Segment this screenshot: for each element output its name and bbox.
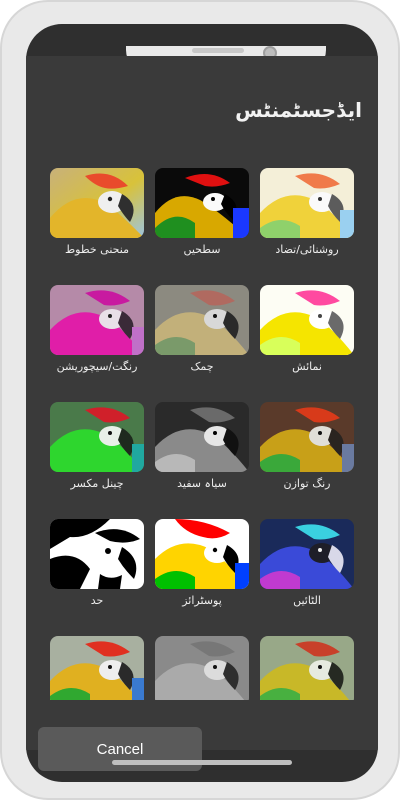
adjustments-panel: ایڈجسٹمنٹس منحنی خطوط سطحیں روشنائی/تضاد… (26, 56, 378, 771)
effect-tile-15[interactable] (260, 636, 354, 700)
parrot-thumbnail (50, 636, 144, 700)
effect-tile-black-white[interactable]: سیاہ سفید (155, 402, 249, 490)
device-frame: ایڈجسٹمنٹس منحنی خطوط سطحیں روشنائی/تضاد… (0, 0, 400, 800)
effect-tile-shine[interactable]: چمک (155, 285, 249, 373)
effect-label: پوسٹرائز (182, 594, 222, 607)
effect-tile-invert[interactable]: الٹائیں (260, 519, 354, 607)
parrot-brightness-thumbnail (260, 168, 354, 238)
effect-tile-channel-mixer[interactable]: چینل مکسر (50, 402, 144, 490)
effect-tile-13[interactable] (50, 636, 144, 700)
effects-grid[interactable]: منحنی خطوط سطحیں روشنائی/تضاد رنگت/سیچور… (26, 168, 378, 700)
effect-tile-brightness-contrast[interactable]: روشنائی/تضاد (260, 168, 354, 256)
page-title: ایڈجسٹمنٹس (235, 98, 362, 122)
effect-label: الٹائیں (293, 594, 321, 607)
effect-label: نمائش (292, 360, 322, 373)
effect-label: حد (90, 594, 104, 607)
effect-label: رنگ توازن (283, 477, 331, 490)
parrot-hue-thumbnail (50, 285, 144, 355)
parrot-bw-thumbnail (155, 402, 249, 472)
parrot-exposure-thumbnail (260, 285, 354, 355)
effect-label: سیاہ سفید (177, 477, 227, 490)
effect-label: سطحیں (183, 243, 221, 256)
effect-label: چینل مکسر (70, 477, 124, 490)
effect-label: رنگت/سیچوریشن (56, 360, 138, 373)
parrot-curves-thumbnail (50, 168, 144, 238)
parrot-grayscale-thumbnail (155, 636, 249, 700)
parrot-invert-thumbnail (260, 519, 354, 589)
app-screen: ایڈجسٹمنٹس منحنی خطوط سطحیں روشنائی/تضاد… (26, 24, 378, 782)
home-indicator[interactable] (112, 760, 292, 765)
speaker (192, 48, 244, 53)
parrot-shine-thumbnail (155, 285, 249, 355)
parrot-levels-thumbnail (155, 168, 249, 238)
parrot-channel-thumbnail (50, 402, 144, 472)
effect-label: چمک (190, 360, 214, 373)
parrot-posterize-thumbnail (155, 519, 249, 589)
effect-tile-levels[interactable]: سطحیں (155, 168, 249, 256)
effect-tile-hue-saturation[interactable]: رنگت/سیچوریشن (50, 285, 144, 373)
effect-label: منحنی خطوط (65, 243, 129, 256)
effect-tile-color-balance[interactable]: رنگ توازن (260, 402, 354, 490)
effect-tile-14[interactable] (155, 636, 249, 700)
effect-label: روشنائی/تضاد (275, 243, 339, 256)
effect-tile-exposure[interactable]: نمائش (260, 285, 354, 373)
parrot-threshold-thumbnail (50, 519, 144, 589)
parrot-balance-thumbnail (260, 402, 354, 472)
effect-tile-posterize[interactable]: پوسٹرائز (155, 519, 249, 607)
effect-tile-curves[interactable]: منحنی خطوط (50, 168, 144, 256)
effect-tile-threshold[interactable]: حد (50, 519, 144, 607)
parrot-thumbnail (260, 636, 354, 700)
